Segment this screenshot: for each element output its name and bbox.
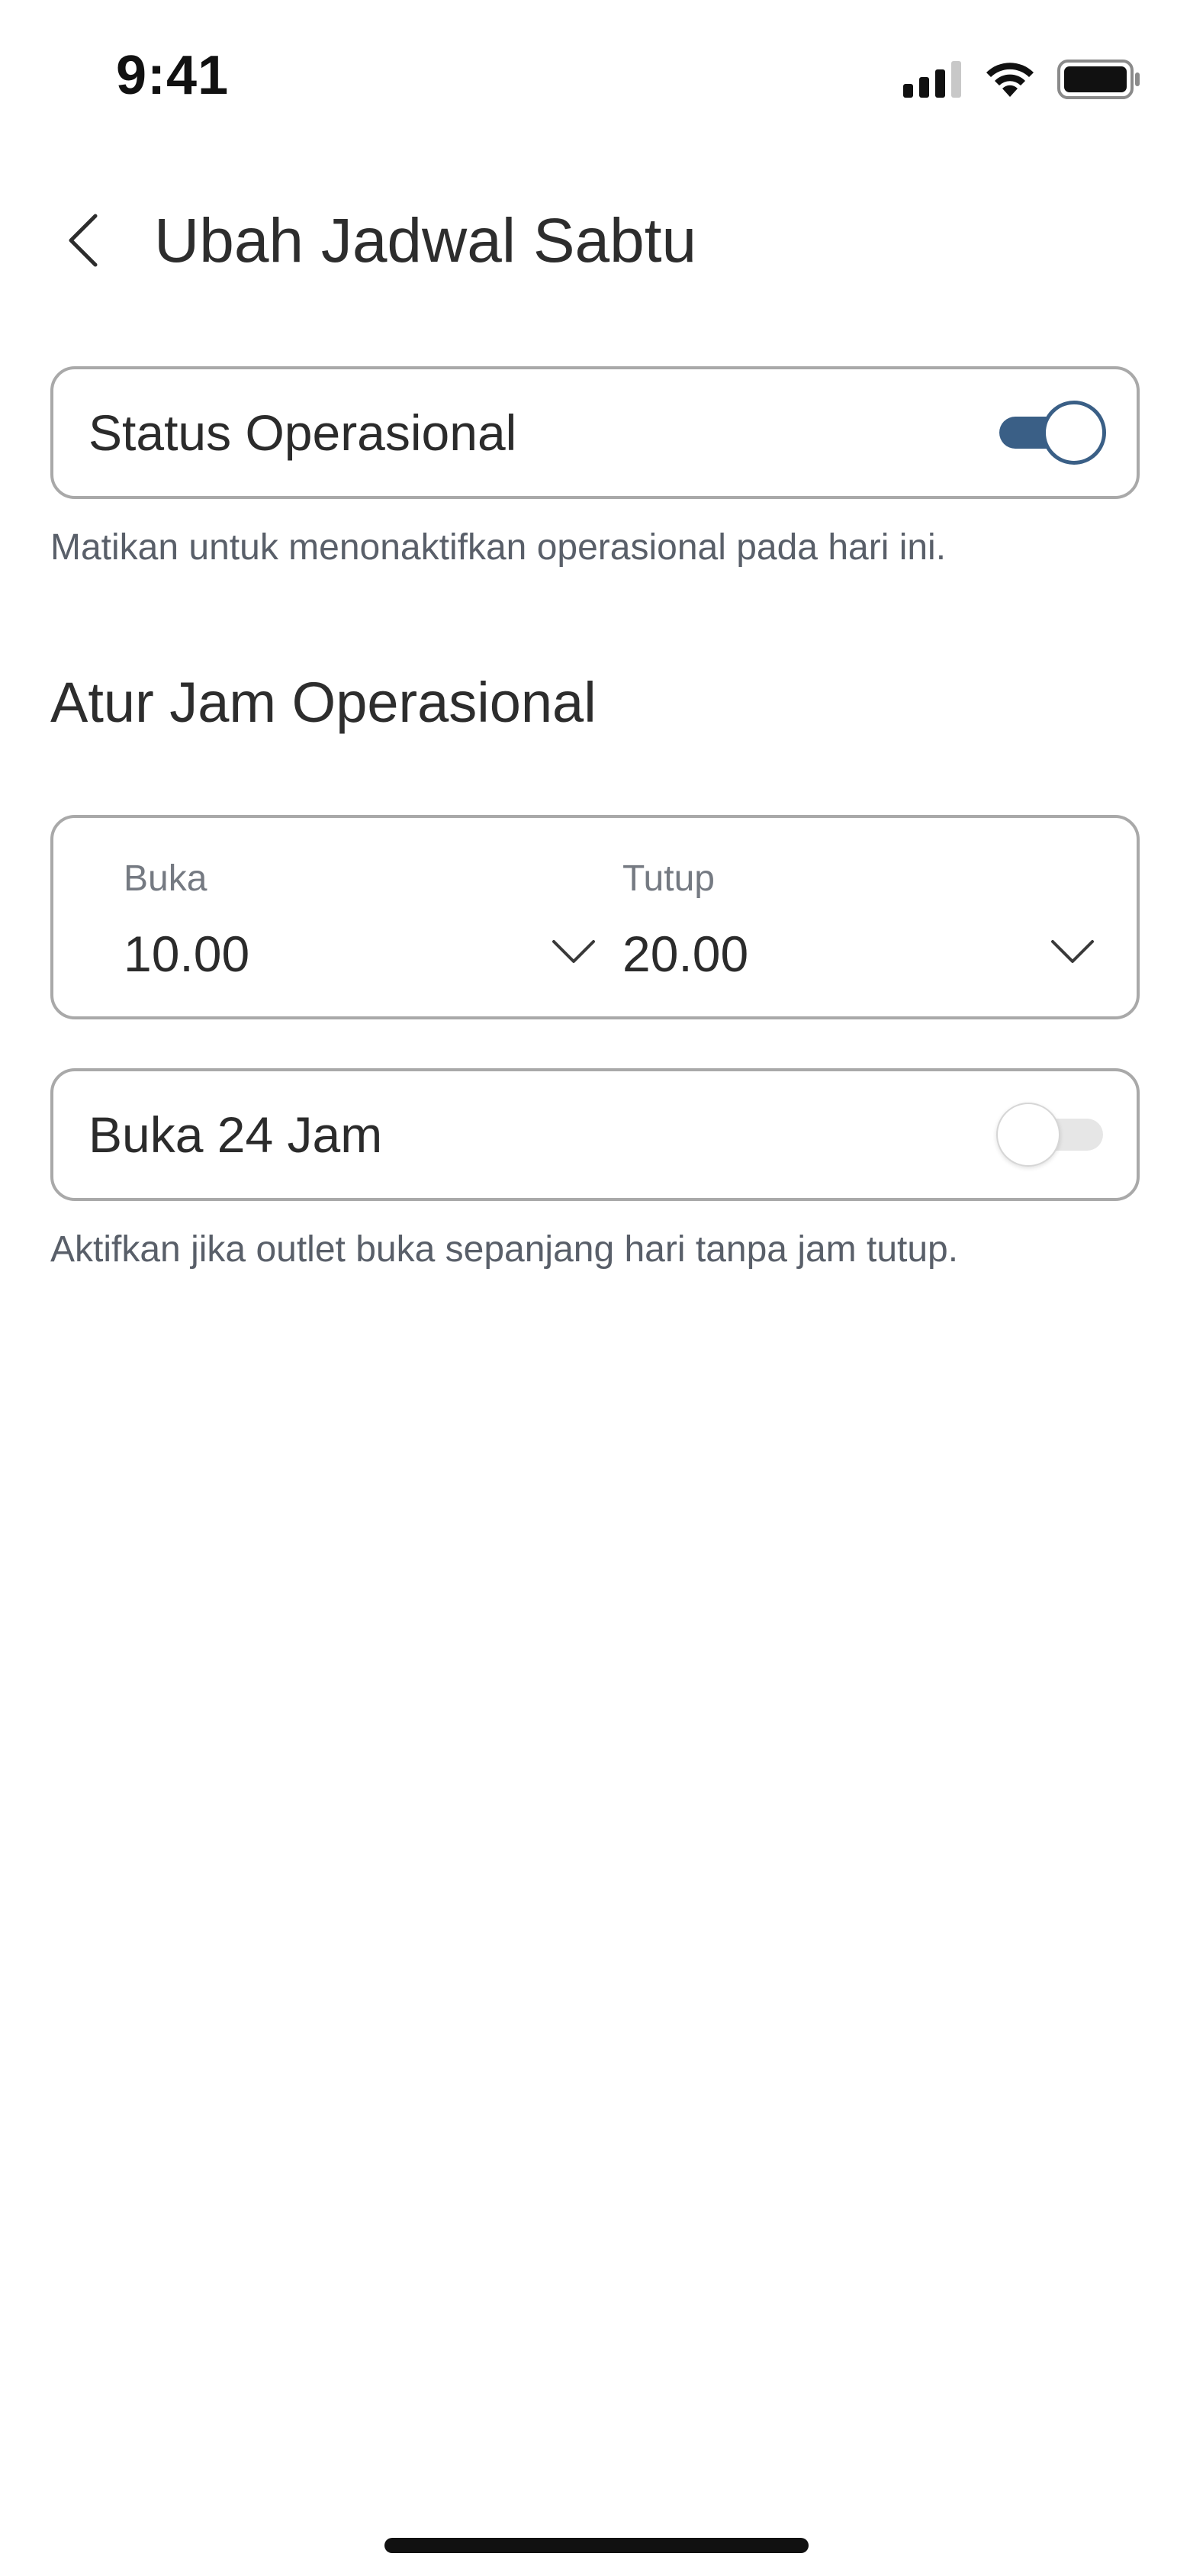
signal-icon bbox=[903, 61, 961, 98]
operational-status-card: Status Operasional bbox=[50, 366, 1140, 499]
open-time-label: Buka bbox=[124, 858, 207, 899]
chevron-down-icon bbox=[552, 940, 595, 963]
open-time-select[interactable]: Buka 10.00 bbox=[124, 818, 597, 1016]
status-icons bbox=[903, 60, 1141, 99]
chevron-left-icon bbox=[69, 214, 98, 267]
header: Ubah Jadwal Sabtu bbox=[0, 191, 1190, 290]
open-24h-toggle[interactable] bbox=[996, 1103, 1103, 1167]
wifi-icon bbox=[986, 63, 1034, 97]
close-time-value: 20.00 bbox=[622, 926, 749, 982]
toggle-knob bbox=[996, 1103, 1060, 1167]
open-24h-card: Buka 24 Jam bbox=[50, 1068, 1140, 1201]
status-time: 9:41 bbox=[116, 45, 230, 106]
operational-status-label: Status Operasional bbox=[88, 404, 517, 461]
back-button[interactable] bbox=[50, 208, 116, 273]
open-24h-helper: Aktifkan jika outlet buka sepanjang hari… bbox=[50, 1229, 959, 1270]
open-time-value: 10.00 bbox=[124, 926, 250, 982]
status-bar: 9:41 bbox=[0, 0, 1190, 153]
operational-status-helper: Matikan untuk menonaktifkan operasional … bbox=[50, 527, 947, 568]
chevron-down-icon bbox=[1051, 940, 1094, 963]
close-time-label: Tutup bbox=[622, 858, 715, 899]
page-title: Ubah Jadwal Sabtu bbox=[154, 206, 697, 275]
section-title: Atur Jam Operasional bbox=[50, 671, 597, 734]
open-24h-label: Buka 24 Jam bbox=[88, 1106, 383, 1163]
operational-status-toggle[interactable] bbox=[999, 401, 1106, 465]
toggle-knob bbox=[1042, 401, 1106, 465]
home-indicator bbox=[384, 2538, 809, 2553]
close-time-select[interactable]: Tutup 20.00 bbox=[622, 818, 1095, 1016]
operating-hours-card: Buka 10.00 Tutup 20.00 bbox=[50, 815, 1140, 1019]
battery-icon bbox=[1057, 60, 1140, 99]
